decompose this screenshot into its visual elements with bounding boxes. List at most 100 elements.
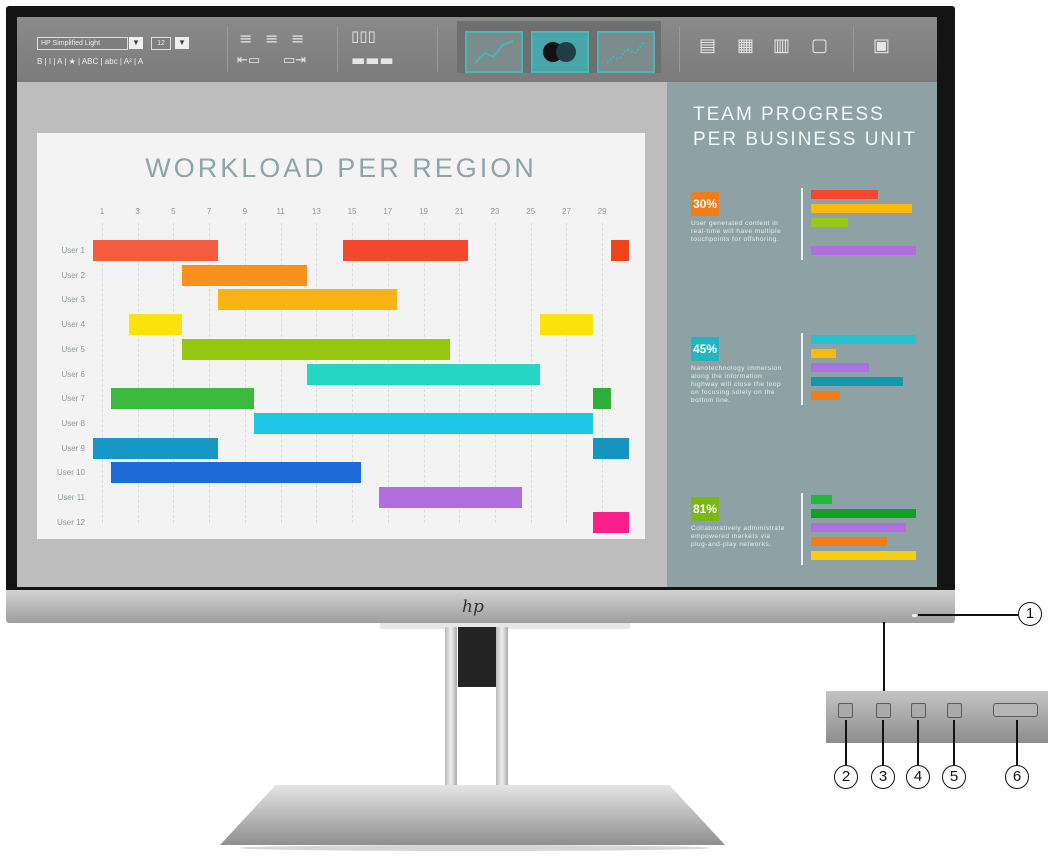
gantt-task-bar xyxy=(593,511,629,533)
gantt-gridline xyxy=(101,223,103,523)
gantt-task-bar xyxy=(182,264,308,286)
document-icon[interactable]: ▤ xyxy=(699,35,716,56)
callout-line-panel xyxy=(883,622,885,692)
control-button-2[interactable] xyxy=(838,703,853,718)
line-chart-icon[interactable] xyxy=(465,31,523,73)
gantt-row-label: User 9 xyxy=(61,443,85,453)
app-toolbar: HP Simplified Light ▼ 12 ▼ B | I | A | ★… xyxy=(17,17,937,82)
gantt-task-bar xyxy=(110,388,254,410)
progress-bar xyxy=(811,218,848,227)
progress-bar xyxy=(811,190,879,199)
gantt-task-bar xyxy=(93,437,219,459)
text-format-row[interactable]: B | I | A | ★ | ABC | abc | A² | A xyxy=(37,57,143,66)
progress-divider xyxy=(801,493,803,565)
callout-line-6 xyxy=(1016,720,1018,765)
control-button-5[interactable] xyxy=(947,703,962,718)
workload-slide: WORKLOAD PER REGION 1 3 5 7 9 11 13 15 17 19 21 23 2… xyxy=(37,133,645,539)
gantt-x-tick: 27 xyxy=(562,207,571,216)
gantt-x-tick: 7 xyxy=(206,207,212,216)
callout-4: 4 xyxy=(906,765,930,789)
gantt-x-tick: 21 xyxy=(454,207,464,216)
panel-title-line2: PER BUSINESS UNIT xyxy=(693,129,918,150)
control-panel-inset xyxy=(826,691,1048,743)
panel-title: TEAM PROGRESS PER BUSINESS UNIT xyxy=(693,102,917,152)
control-button-4[interactable] xyxy=(911,703,926,718)
callout-line-5 xyxy=(953,720,955,765)
bubble-chart-icon[interactable] xyxy=(531,31,589,73)
gantt-task-bar xyxy=(182,338,451,360)
stand-cable-cover xyxy=(458,627,496,687)
gantt-task-bar xyxy=(378,487,522,508)
notes-icon[interactable]: ▥ xyxy=(773,35,790,56)
size-dropdown-icon[interactable]: ▼ xyxy=(175,37,189,49)
gantt-row-label: User 6 xyxy=(61,369,85,379)
progress-bar xyxy=(811,391,841,400)
gantt-task-bar xyxy=(593,388,612,410)
layout-columns-icon[interactable]: ▯▯▯ xyxy=(351,27,376,45)
font-size-field[interactable]: 12 xyxy=(151,37,171,50)
progress-percent-badge: 45% xyxy=(691,337,719,361)
gantt-row-label: User 11 xyxy=(57,493,85,502)
gantt-task-bar xyxy=(110,462,361,484)
control-button-3[interactable] xyxy=(876,703,891,718)
callout-2: 2 xyxy=(834,765,858,789)
toolbar-divider xyxy=(337,27,338,72)
power-button[interactable] xyxy=(993,703,1038,717)
callout-5: 5 xyxy=(942,765,966,789)
add-document-icon[interactable]: ▦ xyxy=(737,35,754,56)
callout-1: 1 xyxy=(1018,602,1042,626)
hp-logo: hp xyxy=(462,597,484,617)
callout-6: 6 xyxy=(1005,765,1029,789)
progress-bar xyxy=(811,509,916,518)
gantt-task-bar xyxy=(128,314,183,336)
gantt-x-tick: 9 xyxy=(242,207,248,216)
progress-bar xyxy=(811,363,869,372)
gantt-row-label: User 2 xyxy=(61,270,85,280)
align-center-icon[interactable]: ≡ xyxy=(265,29,278,48)
gantt-task-bar xyxy=(253,412,594,434)
gantt-row-label: User 10 xyxy=(56,468,85,478)
gantt-task-bar xyxy=(307,363,540,385)
blank-page-icon[interactable]: ▢ xyxy=(811,35,828,56)
font-name-field[interactable]: HP Simplified Light xyxy=(37,37,128,50)
callout-3: 3 xyxy=(871,765,895,789)
team-progress-panel: TEAM PROGRESS PER BUSINESS UNIT 30% User … xyxy=(667,82,937,587)
gantt-x-tick: 17 xyxy=(383,207,393,216)
gantt-task-bar xyxy=(218,289,397,311)
gantt-row-label: User 7 xyxy=(61,394,85,404)
gantt-row-label: User 5 xyxy=(61,344,85,354)
align-right-icon[interactable]: ≡ xyxy=(291,29,304,48)
font-dropdown-icon[interactable]: ▼ xyxy=(129,37,143,49)
progress-bar xyxy=(811,349,837,358)
gantt-x-tick: 5 xyxy=(171,207,176,216)
toolbar-divider xyxy=(227,27,228,72)
align-left-icon[interactable]: ≡ xyxy=(239,29,252,48)
chart-type-group xyxy=(457,21,661,73)
layout-blocks-icon[interactable]: ▬▬▬ xyxy=(351,51,394,69)
toolbar-divider xyxy=(853,27,854,72)
gantt-task-bar xyxy=(343,240,469,261)
gantt-row-label: User 4 xyxy=(61,320,85,330)
stand-column-left xyxy=(445,627,457,791)
indent-left-icon[interactable]: ⇤▭ xyxy=(237,53,260,68)
progress-bar xyxy=(811,204,912,213)
stand-column-right xyxy=(496,627,508,791)
gantt-x-tick: 23 xyxy=(490,207,500,216)
indent-right-icon[interactable]: ▭⇥ xyxy=(283,53,306,68)
progress-bar xyxy=(811,377,904,386)
gantt-x-tick: 13 xyxy=(311,207,321,216)
gantt-row-label: User 1 xyxy=(61,246,85,255)
progress-percent-badge: 30% xyxy=(691,192,719,216)
progress-bar xyxy=(811,495,832,504)
progress-bar xyxy=(811,246,916,255)
progress-description: User generated content in real-time will… xyxy=(691,220,782,243)
gantt-x-tick: 29 xyxy=(597,207,607,216)
callout-line-4 xyxy=(917,720,919,765)
image-icon[interactable]: ▣ xyxy=(873,35,890,56)
gantt-x-tick: 19 xyxy=(419,207,428,216)
gantt-row-label: User 8 xyxy=(61,418,85,428)
scatter-chart-icon[interactable] xyxy=(597,31,655,73)
gantt-task-bar xyxy=(93,240,219,261)
gantt-x-tick: 1 xyxy=(99,207,105,216)
progress-bar xyxy=(811,551,916,560)
